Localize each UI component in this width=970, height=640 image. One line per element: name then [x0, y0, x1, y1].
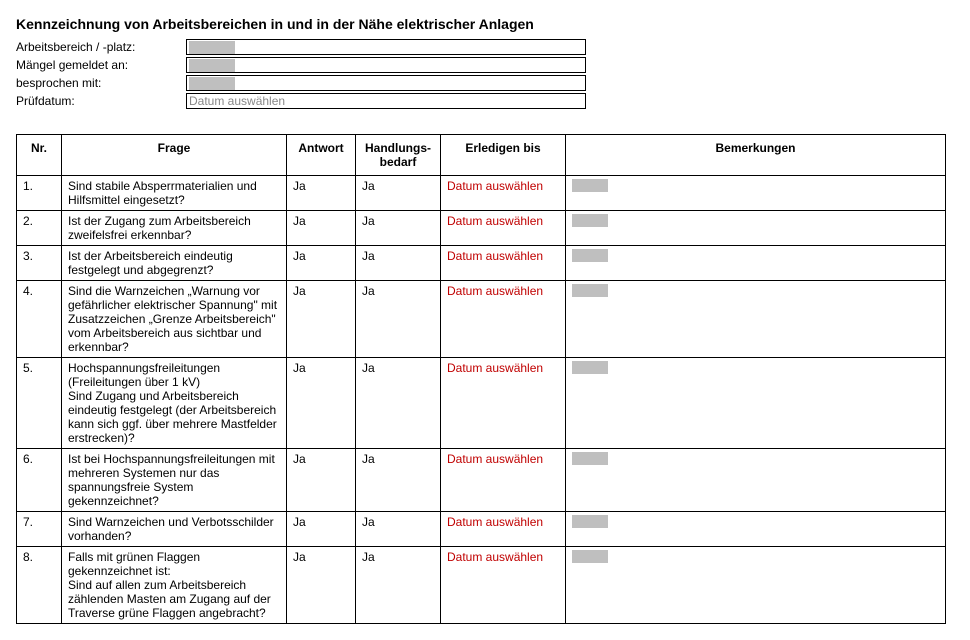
cell-bemerkungen[interactable] [566, 176, 946, 211]
cell-antwort[interactable]: Ja [287, 246, 356, 281]
cell-antwort[interactable]: Ja [287, 449, 356, 512]
cell-antwort[interactable]: Ja [287, 358, 356, 449]
table-row: 1.Sind stabile Absperrmaterialien und Hi… [17, 176, 946, 211]
cell-frage: Ist der Zugang zum Arbeitsbereich zweife… [62, 211, 287, 246]
cell-frage: Ist bei Hochspannungsfreileitungen mit m… [62, 449, 287, 512]
checklist-table: Nr. Frage Antwort Handlungs-bedarf Erled… [16, 134, 946, 624]
cell-bemerkungen[interactable] [566, 547, 946, 624]
cell-antwort[interactable]: Ja [287, 547, 356, 624]
cell-nr: 6. [17, 449, 62, 512]
cell-bemerkungen[interactable] [566, 512, 946, 547]
th-erledigen: Erledigen bis [441, 135, 566, 176]
cell-bedarf[interactable]: Ja [356, 176, 441, 211]
cell-nr: 8. [17, 547, 62, 624]
th-bedarf: Handlungs-bedarf [356, 135, 441, 176]
cell-nr: 4. [17, 281, 62, 358]
placeholder-block-icon [572, 214, 608, 227]
placeholder-block-icon [572, 284, 608, 297]
cell-bedarf[interactable]: Ja [356, 512, 441, 547]
cell-antwort[interactable]: Ja [287, 281, 356, 358]
cell-erledigen[interactable]: Datum auswählen [441, 512, 566, 547]
cell-frage: Ist der Arbeitsbereich eindeutig festgel… [62, 246, 287, 281]
cell-erledigen[interactable]: Datum auswählen [441, 449, 566, 512]
label-pruefdatum: Prüfdatum: [16, 94, 186, 108]
placeholder-block-icon [189, 77, 235, 90]
cell-bedarf[interactable]: Ja [356, 358, 441, 449]
cell-nr: 5. [17, 358, 62, 449]
table-row: 8.Falls mit grünen Flaggen gekennzeichne… [17, 547, 946, 624]
cell-antwort[interactable]: Ja [287, 176, 356, 211]
table-row: 4.Sind die Warnzeichen „Warnung vor gefä… [17, 281, 946, 358]
cell-frage: Sind die Warnzeichen „Warnung vor gefähr… [62, 281, 287, 358]
th-frage: Frage [62, 135, 287, 176]
cell-antwort[interactable]: Ja [287, 211, 356, 246]
cell-erledigen[interactable]: Datum auswählen [441, 211, 566, 246]
cell-erledigen[interactable]: Datum auswählen [441, 358, 566, 449]
label-besprochen: besprochen mit: [16, 76, 186, 90]
cell-bemerkungen[interactable] [566, 246, 946, 281]
input-pruefdatum[interactable]: Datum auswählen [186, 93, 586, 109]
cell-erledigen[interactable]: Datum auswählen [441, 246, 566, 281]
placeholder-block-icon [572, 361, 608, 374]
cell-erledigen[interactable]: Datum auswählen [441, 176, 566, 211]
cell-bedarf[interactable]: Ja [356, 449, 441, 512]
th-antwort: Antwort [287, 135, 356, 176]
cell-frage: Hochspannungsfreileitungen (Freileitunge… [62, 358, 287, 449]
table-row: 2.Ist der Zugang zum Arbeitsbereich zwei… [17, 211, 946, 246]
cell-antwort[interactable]: Ja [287, 512, 356, 547]
cell-bemerkungen[interactable] [566, 281, 946, 358]
cell-nr: 1. [17, 176, 62, 211]
th-bemerkungen: Bemerkungen [566, 135, 946, 176]
label-arbeitsbereich: Arbeitsbereich / -platz: [16, 40, 186, 54]
cell-frage: Falls mit grünen Flaggen gekennzeichnet … [62, 547, 287, 624]
cell-frage: Sind Warnzeichen und Verbotsschilder vor… [62, 512, 287, 547]
label-maengel: Mängel gemeldet an: [16, 58, 186, 72]
table-row: 6.Ist bei Hochspannungsfreileitungen mit… [17, 449, 946, 512]
input-arbeitsbereich[interactable] [186, 39, 586, 55]
placeholder-block-icon [189, 41, 235, 54]
cell-nr: 7. [17, 512, 62, 547]
placeholder-block-icon [189, 59, 235, 72]
cell-bedarf[interactable]: Ja [356, 281, 441, 358]
table-row: 5.Hochspannungsfreileitungen (Freileitun… [17, 358, 946, 449]
cell-erledigen[interactable]: Datum auswählen [441, 547, 566, 624]
placeholder-block-icon [572, 249, 608, 262]
th-nr: Nr. [17, 135, 62, 176]
cell-nr: 3. [17, 246, 62, 281]
input-besprochen[interactable] [186, 75, 586, 91]
cell-bedarf[interactable]: Ja [356, 547, 441, 624]
placeholder-block-icon [572, 452, 608, 465]
page-title: Kennzeichnung von Arbeitsbereichen in un… [16, 16, 954, 32]
cell-bemerkungen[interactable] [566, 211, 946, 246]
cell-erledigen[interactable]: Datum auswählen [441, 281, 566, 358]
cell-bedarf[interactable]: Ja [356, 211, 441, 246]
pruefdatum-placeholder: Datum auswählen [189, 94, 285, 108]
placeholder-block-icon [572, 515, 608, 528]
table-row: 7.Sind Warnzeichen und Verbotsschilder v… [17, 512, 946, 547]
cell-bemerkungen[interactable] [566, 358, 946, 449]
table-row: 3.Ist der Arbeitsbereich eindeutig festg… [17, 246, 946, 281]
cell-bedarf[interactable]: Ja [356, 246, 441, 281]
cell-bemerkungen[interactable] [566, 449, 946, 512]
cell-frage: Sind stabile Absperrmaterialien und Hilf… [62, 176, 287, 211]
cell-nr: 2. [17, 211, 62, 246]
placeholder-block-icon [572, 179, 608, 192]
placeholder-block-icon [572, 550, 608, 563]
input-maengel[interactable] [186, 57, 586, 73]
